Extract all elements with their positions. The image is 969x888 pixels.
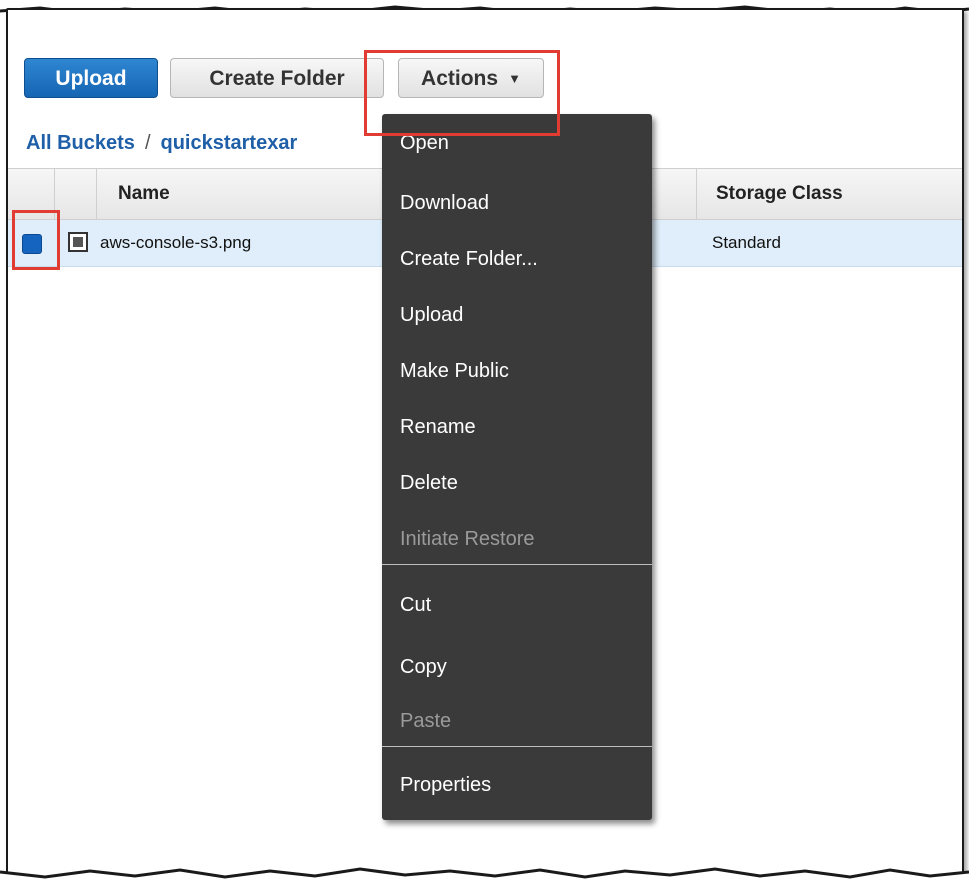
menu-item-initiate-restore: Initiate Restore <box>400 528 535 550</box>
menu-item-make-public[interactable]: Make Public <box>400 360 509 383</box>
menu-item-open[interactable]: Open <box>400 132 449 155</box>
s3-console-panel: Upload Create Folder Actions ▼ All Bucket… <box>6 8 964 882</box>
menu-separator <box>382 564 652 565</box>
menu-item-paste: Paste <box>400 710 452 732</box>
file-icon <box>68 232 88 252</box>
create-folder-button[interactable]: Create Folder <box>170 58 384 98</box>
file-name-cell[interactable]: aws-console-s3.png <box>100 220 251 266</box>
upload-button[interactable]: Upload <box>24 58 158 98</box>
menu-item-download[interactable]: Download <box>400 192 489 215</box>
menu-item-delete[interactable]: Delete <box>400 472 458 495</box>
row-checkbox[interactable] <box>22 234 42 254</box>
breadcrumb-current-bucket[interactable]: quickstartexar <box>161 132 298 154</box>
menu-item-rename[interactable]: Rename <box>400 416 476 439</box>
breadcrumb-all-buckets[interactable]: All Buckets <box>26 132 135 154</box>
chevron-down-icon: ▼ <box>508 71 521 86</box>
torn-edge-bottom <box>0 867 969 888</box>
menu-item-copy[interactable]: Copy <box>400 656 447 679</box>
column-divider <box>54 169 55 219</box>
breadcrumb: All Buckets / quickstartexar <box>26 132 297 155</box>
column-divider <box>96 169 97 219</box>
storage-class-cell: Standard <box>712 233 781 252</box>
actions-button[interactable]: Actions ▼ <box>398 58 544 98</box>
menu-item-create-folder[interactable]: Create Folder... <box>400 248 538 271</box>
column-header-name[interactable]: Name <box>118 169 170 219</box>
actions-button-label: Actions <box>421 67 499 90</box>
actions-dropdown-menu: Open Download Create Folder... Upload Ma… <box>382 114 652 820</box>
column-header-storage-class[interactable]: Storage Class <box>716 169 843 219</box>
menu-item-upload[interactable]: Upload <box>400 304 463 327</box>
column-divider <box>696 169 697 219</box>
menu-item-properties[interactable]: Properties <box>400 774 491 797</box>
breadcrumb-separator: / <box>144 132 151 154</box>
menu-separator <box>382 746 652 747</box>
menu-item-cut[interactable]: Cut <box>400 594 431 617</box>
